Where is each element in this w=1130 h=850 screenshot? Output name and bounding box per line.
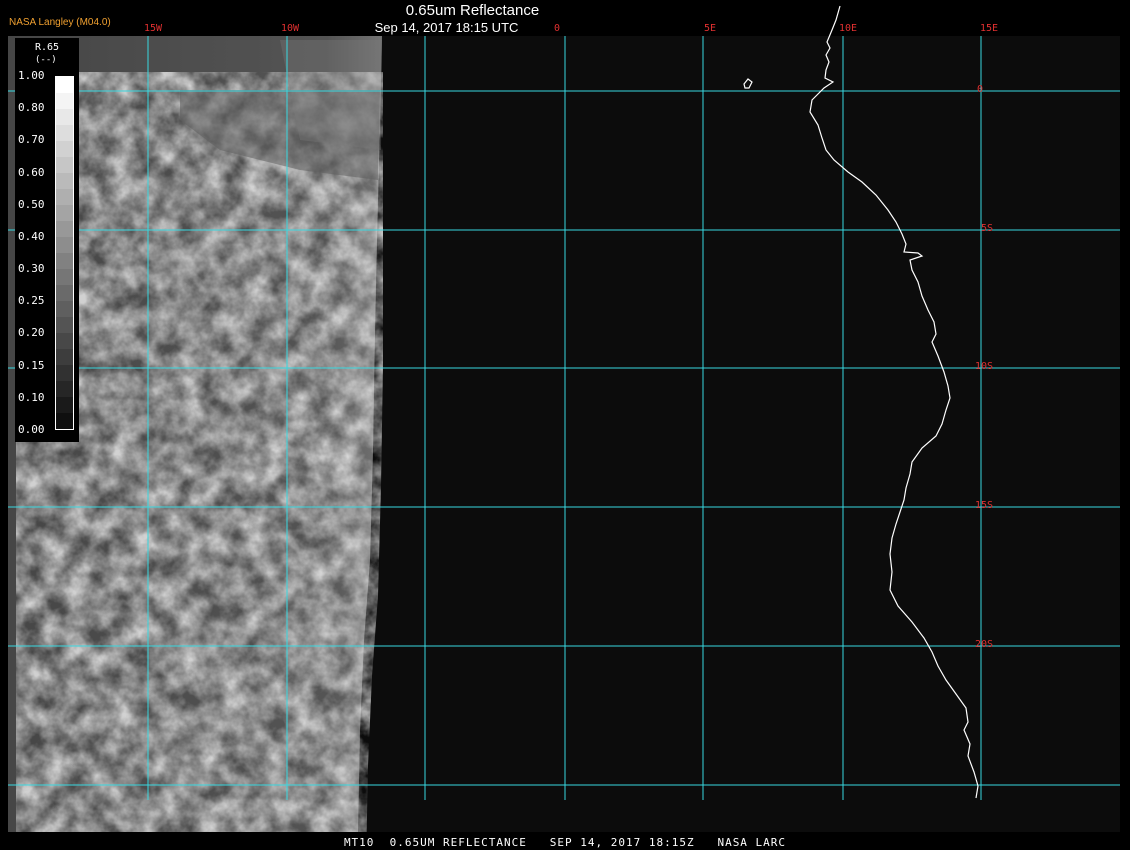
legend-tick-label: 0.00 — [18, 423, 45, 436]
legend-color-segment — [56, 349, 73, 365]
legend-color-segment — [56, 237, 73, 253]
legend-color-segment — [56, 125, 73, 141]
legend-tick-label: 0.40 — [18, 229, 45, 243]
legend-tick-label: 0.80 — [18, 101, 45, 115]
legend-color-segment — [56, 333, 73, 349]
satellite-map — [8, 5, 1120, 832]
legend-color-segment — [56, 157, 73, 173]
legend-color-segment — [56, 365, 73, 381]
legend-tick-label: 0.10 — [18, 390, 45, 404]
legend-tick-label: 0.50 — [18, 197, 45, 211]
legend-color-segment — [56, 173, 73, 189]
color-legend: R.65 (--) 1.00 0.80 0.70 0.60 0.50 0.40 0.30 0.… — [15, 38, 79, 442]
legend-tick-label: 0.25 — [18, 294, 45, 308]
legend-colorbar — [55, 76, 74, 430]
legend-color-segment — [56, 77, 73, 93]
legend-color-segment — [56, 109, 73, 125]
legend-tick-label: 0.20 — [18, 326, 45, 340]
legend-color-segment — [56, 141, 73, 157]
longitude-label: 10W — [281, 23, 300, 34]
longitude-label: 5E — [704, 23, 717, 34]
longitude-label: 15W — [144, 23, 163, 34]
legend-color-segment — [56, 253, 73, 269]
legend-units: (--) — [35, 55, 57, 65]
legend-tick-label: 0.15 — [18, 358, 45, 372]
legend-color-segment — [56, 205, 73, 221]
longitude-label: 15E — [980, 23, 999, 34]
credit-label: NASA Langley (M04.0) — [9, 17, 111, 28]
latitude-label: 5S — [981, 223, 994, 234]
latitude-label: 20S — [975, 639, 994, 650]
legend-tick-label: 0.70 — [18, 133, 45, 147]
legend-color-segment — [56, 317, 73, 333]
legend-color-segment — [56, 285, 73, 301]
legend-color-segment — [56, 269, 73, 285]
legend-color-segment — [56, 189, 73, 205]
footer-caption: MT10 0.65UM REFLECTANCE SEP 14, 2017 18:… — [343, 836, 787, 849]
longitude-label: 0 — [554, 23, 561, 34]
legend-tick-label: 1.00 — [18, 69, 45, 82]
timestamp: Sep 14, 2017 18:15 UTC — [374, 20, 519, 35]
legend-color-segment — [56, 301, 73, 317]
legend-color-segment — [56, 221, 73, 237]
legend-color-segment — [56, 413, 73, 429]
latitude-label: 15S — [975, 500, 994, 511]
legend-color-segment — [56, 93, 73, 109]
latitude-label: 0 — [977, 84, 984, 95]
legend-tick-label: 0.60 — [18, 165, 45, 179]
legend-tick-label: 0.30 — [18, 262, 45, 276]
legend-color-segment — [56, 381, 73, 397]
page-title: 0.65um Reflectance — [405, 2, 540, 19]
latitude-label: 10S — [975, 361, 994, 372]
legend-color-segment — [56, 397, 73, 413]
longitude-label: 10E — [839, 23, 858, 34]
legend-name: R.65 — [35, 42, 60, 53]
